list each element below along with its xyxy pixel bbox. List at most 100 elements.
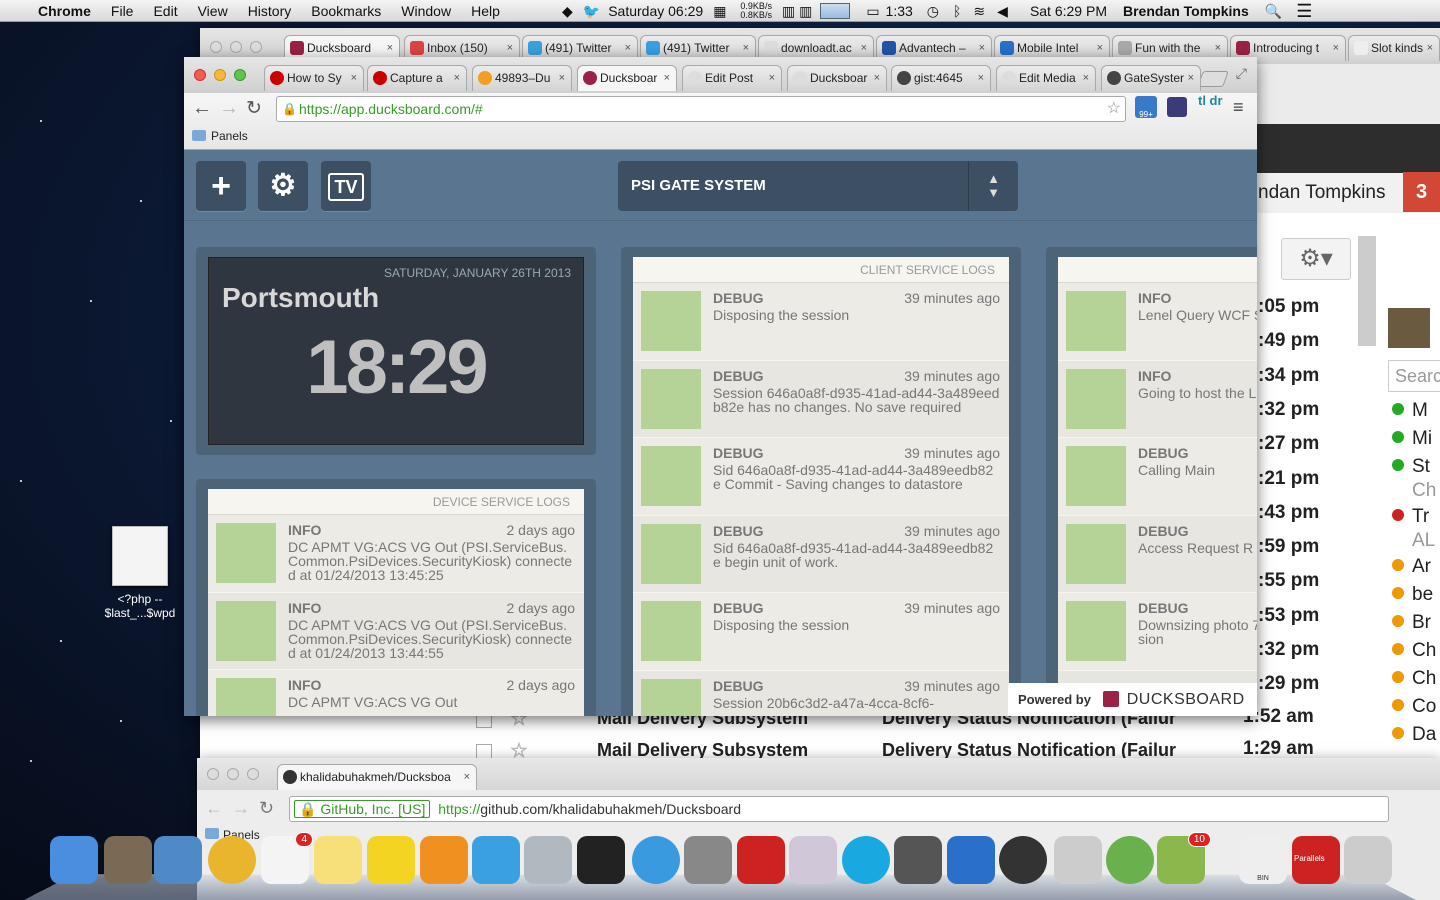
wifi-icon[interactable]: ≋ (973, 3, 985, 20)
front-tab[interactable]: Ducksboar × (787, 65, 887, 91)
log-entry[interactable]: DEBUG 39 minutes ago Sid 646a0a8f-d935-41a… (633, 438, 1009, 516)
gmail-chat-contact[interactable]: M (1392, 400, 1428, 422)
menu-app-name[interactable]: Chrome (38, 3, 91, 19)
tab-close-icon[interactable]: × (464, 765, 470, 789)
gmail-search-input[interactable]: Searc (1388, 360, 1440, 392)
gmail-chat-contact[interactable]: Da (1392, 724, 1436, 746)
close-window-icon[interactable] (194, 69, 206, 81)
tab-close-icon[interactable]: × (769, 66, 775, 90)
log-entry[interactable]: DEBUG 39 minutes ago Sid 646a0a8f-d935-41a… (633, 515, 1009, 593)
fullscreen-icon[interactable]: ⤢ (1236, 65, 1247, 82)
podcast-icon[interactable] (420, 836, 468, 884)
tab-close-icon[interactable]: × (351, 66, 357, 90)
extension-badge-icon[interactable]: 99+ (1135, 96, 1157, 119)
trash-icon[interactable] (1344, 836, 1392, 884)
front-tab[interactable]: gist:4645 × (891, 65, 991, 91)
chrome-icon[interactable] (208, 836, 256, 884)
gmail-chat-contact[interactable]: be (1392, 584, 1433, 606)
settings-button[interactable]: ⚙ (258, 161, 308, 211)
reminders-icon[interactable]: 4 (261, 832, 313, 884)
bin-icon[interactable]: BIN (1239, 836, 1287, 884)
front-tab[interactable]: Edit Post × (682, 65, 782, 91)
back-tab[interactable]: Slot kinds × (1348, 35, 1440, 61)
gmail-scrollbar[interactable] (1358, 236, 1376, 346)
front-tab[interactable]: Capture a × (367, 65, 467, 91)
tab-close-icon[interactable]: × (664, 66, 670, 90)
battery-icon[interactable]: ▭ (866, 3, 879, 20)
menu-clock[interactable]: Sat 6:29 PM (1030, 3, 1107, 19)
bookmarks-folder[interactable]: Panels (192, 129, 248, 143)
new-tab-button[interactable] (1197, 71, 1229, 87)
tab-close-icon[interactable]: × (1427, 36, 1433, 60)
screen-share-icon[interactable] (154, 836, 202, 884)
bluetooth-icon[interactable] (947, 836, 995, 884)
menu-edit[interactable]: Edit (153, 3, 177, 19)
menu-view[interactable]: View (198, 3, 228, 19)
gmail-chat-contact[interactable]: Ar (1392, 556, 1431, 578)
gmail-chat-contact[interactable]: St (1392, 456, 1430, 478)
skype-icon[interactable] (842, 836, 890, 884)
gmail-chat-contact[interactable]: Br (1392, 612, 1431, 634)
gmail-notification-count[interactable]: 3 (1403, 172, 1440, 212)
cyberduck-icon[interactable] (367, 836, 415, 884)
front-tab[interactable]: Ducksboar × (577, 65, 677, 91)
bookmark-star-icon[interactable]: ☆ (1107, 97, 1121, 121)
log-entry[interactable]: INFO 2 days ago DC APMT VG:ACS VG Out (208, 670, 584, 716)
itunes-icon[interactable] (632, 836, 680, 884)
dropbox-icon[interactable]: ◆ (562, 3, 573, 20)
menu-help[interactable]: Help (471, 3, 500, 19)
tab-close-icon[interactable]: × (1333, 36, 1339, 60)
github-reload-icon[interactable]: ↻ (259, 798, 274, 819)
log-entry[interactable]: INFO 2 days ago DC APMT VG:ACS VG Out (PSI… (208, 515, 584, 593)
menu-history[interactable]: History (248, 3, 292, 19)
gmail-settings-button[interactable]: ⚙▾ (1281, 238, 1351, 280)
gmail-user-name[interactable]: ndan Tompkins (1258, 182, 1385, 204)
log-entry[interactable]: INFO 2 days ago DC APMT VG:ACS VG Out (PSI… (208, 592, 584, 670)
github-forward-icon[interactable]: → (232, 798, 250, 819)
github-app-icon[interactable] (684, 836, 732, 884)
menu-window[interactable]: Window (401, 3, 451, 19)
menu-file[interactable]: File (111, 3, 134, 19)
gmail-chat-contact[interactable]: Tr (1392, 506, 1429, 528)
log-entry[interactable]: DEBUGDownsizing photo 70995008014257. co… (1058, 593, 1257, 671)
minimize-window-icon[interactable] (214, 69, 226, 81)
tab-close-icon[interactable]: × (1083, 66, 1089, 90)
github-tab[interactable]: khalidabuhakmeh/Ducksboa × (277, 764, 477, 790)
log-entry[interactable]: INFO Going to host the L (1058, 360, 1257, 438)
device-logs-widget[interactable]: DEVICE SERVICE LOGS INFO 2 days ago DC APM… (196, 479, 596, 716)
desktop-file[interactable]: <?php -- $last_...$wpd (98, 526, 182, 620)
tab-close-icon[interactable]: × (1188, 66, 1194, 90)
log-entry[interactable]: DEBUG 39 minutes ago Session 646a0a8f-d935… (633, 360, 1009, 438)
powered-by-badge[interactable]: Powered by DUCKSBOARD (1008, 683, 1257, 716)
twitter-icon[interactable] (472, 836, 520, 884)
client-logs-widget[interactable]: CLIENT SERVICE LOGS DEBUG 39 minutes ago D… (621, 247, 1021, 716)
utility-icon[interactable] (1054, 836, 1102, 884)
sublime-icon[interactable] (894, 836, 942, 884)
evernote-icon[interactable]: 10 (1157, 832, 1211, 884)
add-widget-button[interactable]: + (196, 161, 246, 211)
front-tab[interactable]: GateSyster × (1101, 65, 1201, 91)
github-address-bar[interactable]: 🔒 GitHub, Inc. [US] https://github.com/k… (289, 796, 1389, 822)
klout-icon[interactable] (999, 836, 1047, 884)
tab-close-icon[interactable]: × (874, 66, 880, 90)
front-tab[interactable]: Edit Media × (996, 65, 1096, 91)
twitter-icon[interactable]: 🐦 (583, 3, 600, 20)
third-logs-widget[interactable]: INFO Lenel Query WCF S INFO Going to host t… (1046, 247, 1257, 716)
gmail-chat-contact[interactable]: AL (1392, 530, 1435, 552)
notification-center-icon[interactable]: ☰ (1296, 1, 1312, 22)
time-machine-icon[interactable]: ◷ (927, 3, 939, 20)
extension-icon[interactable] (1167, 97, 1187, 117)
tab-close-icon[interactable]: × (454, 66, 460, 90)
tab-close-icon[interactable]: × (559, 66, 565, 90)
chrome-menu-icon[interactable]: ≡ (1233, 97, 1244, 118)
acrobat-icon[interactable] (737, 836, 785, 884)
menu-bookmarks[interactable]: Bookmarks (311, 3, 381, 19)
dashboard-selector[interactable]: PSI GATE SYSTEM ▲ ▼ (618, 161, 1018, 211)
log-entry[interactable]: INFO Lenel Query WCF S (1058, 283, 1257, 361)
tv-mode-button[interactable]: TV (321, 161, 371, 211)
zoom-window-icon[interactable] (234, 69, 246, 81)
parallels-icon[interactable]: Parallels (1292, 836, 1340, 884)
clock-widget[interactable]: SATURDAY, JANUARY 26TH 2013 Portsmouth 1… (196, 247, 596, 455)
log-entry[interactable]: DEBUG Calling Main (1058, 438, 1257, 516)
volume-icon[interactable]: ◀ (997, 3, 1008, 20)
